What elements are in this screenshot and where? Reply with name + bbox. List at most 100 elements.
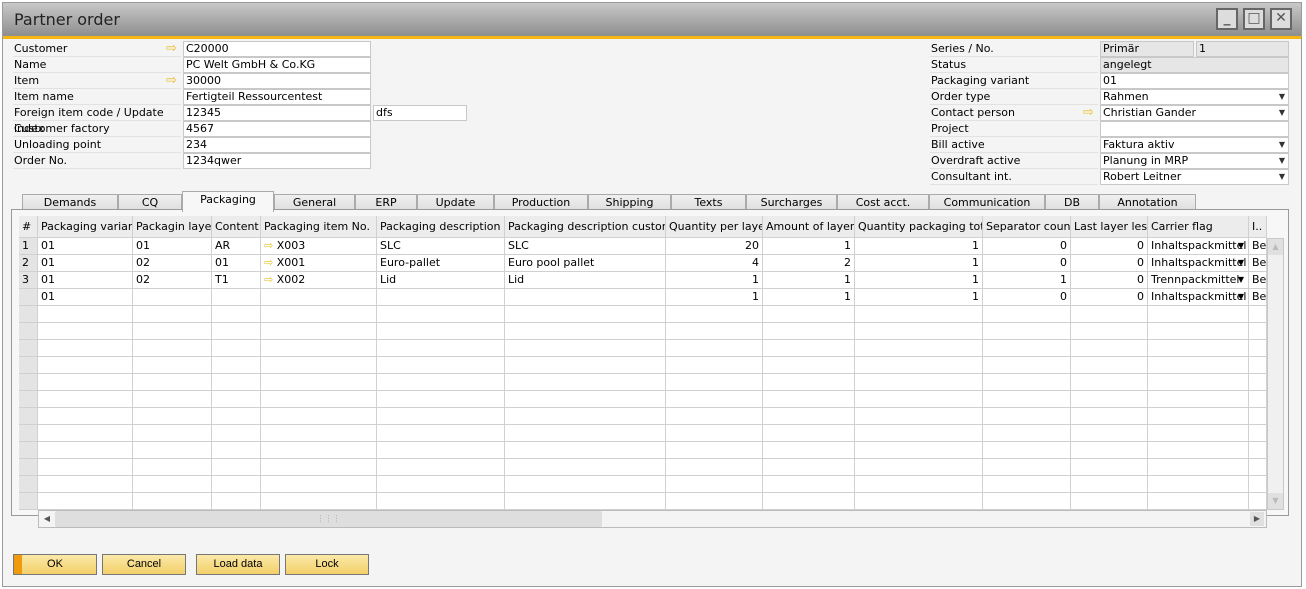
link-arrow-icon[interactable]: ⇨	[166, 41, 177, 57]
grid-cell[interactable]	[983, 323, 1071, 340]
grid-cell[interactable]	[1071, 340, 1148, 357]
grid-cell[interactable]: 1	[763, 272, 855, 289]
vertical-scrollbar[interactable]	[1267, 238, 1284, 510]
grid-cell[interactable]: Euro pool pallet	[505, 255, 666, 272]
grid-cell[interactable]	[212, 476, 261, 493]
grid-cell[interactable]	[983, 340, 1071, 357]
grid-cell[interactable]: SLC	[377, 238, 505, 255]
grid-cell[interactable]	[1148, 391, 1249, 408]
grid-cell[interactable]	[1148, 476, 1249, 493]
close-icon[interactable]: ✕	[1270, 8, 1292, 30]
grid-cell[interactable]	[763, 493, 855, 510]
grid-cell[interactable]	[212, 289, 261, 306]
grid-cell[interactable]	[855, 374, 983, 391]
grid-cell[interactable]	[38, 374, 133, 391]
grid-cell[interactable]: 01	[38, 238, 133, 255]
grid-cell[interactable]: 1	[666, 272, 763, 289]
customer-field[interactable]: C20000	[183, 41, 371, 57]
grid-cell[interactable]	[505, 289, 666, 306]
row-number[interactable]	[19, 425, 38, 442]
grid-cell[interactable]	[1249, 476, 1267, 493]
customer-factory-field[interactable]: 4567	[183, 121, 371, 137]
grid-cell[interactable]	[261, 374, 377, 391]
grid-cell[interactable]	[212, 442, 261, 459]
row-number[interactable]	[19, 323, 38, 340]
grid-cell[interactable]	[666, 425, 763, 442]
grid-cell[interactable]	[1148, 357, 1249, 374]
grid-cell[interactable]	[38, 323, 133, 340]
grid-cell[interactable]	[763, 340, 855, 357]
grid-cell[interactable]	[1148, 425, 1249, 442]
column-header-quantity-packaging-total[interactable]: Quantity packaging total	[855, 216, 983, 238]
grid-cell[interactable]	[763, 425, 855, 442]
grid-cell[interactable]	[1249, 340, 1267, 357]
grid-cell[interactable]: 4	[666, 255, 763, 272]
grid-cell[interactable]: ⇨ X003	[261, 238, 377, 255]
grid-cell[interactable]	[505, 357, 666, 374]
grid-cell[interactable]	[133, 476, 212, 493]
grid-cell[interactable]	[1249, 323, 1267, 340]
row-number[interactable]	[19, 289, 38, 306]
grid-cell[interactable]	[212, 374, 261, 391]
grid-cell[interactable]	[855, 459, 983, 476]
row-number[interactable]	[19, 357, 38, 374]
grid-cell[interactable]	[1071, 357, 1148, 374]
grid-cell[interactable]: 01	[133, 238, 212, 255]
grid-cell[interactable]: Lid	[377, 272, 505, 289]
grid-cell[interactable]	[377, 493, 505, 510]
grid-cell[interactable]	[1249, 357, 1267, 374]
load-data-button[interactable]: Load data	[196, 554, 280, 575]
grid-cell[interactable]	[1148, 493, 1249, 510]
grid-cell[interactable]	[983, 391, 1071, 408]
grid-cell[interactable]	[38, 357, 133, 374]
grid-cell[interactable]: 1	[666, 289, 763, 306]
grid-cell[interactable]	[505, 476, 666, 493]
scroll-down-icon[interactable]: ▼	[1268, 493, 1283, 509]
grid-cell[interactable]	[212, 459, 261, 476]
grid-cell[interactable]	[1148, 323, 1249, 340]
grid-cell[interactable]: Trennpackmittel ▼	[1148, 272, 1249, 289]
grid-cell[interactable]: ⇨ X002	[261, 272, 377, 289]
order-type-field[interactable]: Rahmen ▼	[1100, 89, 1289, 105]
grid-cell[interactable]: 01	[212, 255, 261, 272]
link-arrow-icon[interactable]: ⇨	[264, 273, 277, 286]
grid-cell[interactable]: Bes	[1249, 238, 1267, 255]
grid-cell[interactable]	[1249, 459, 1267, 476]
grid-cell[interactable]	[212, 340, 261, 357]
grid-cell[interactable]	[983, 459, 1071, 476]
grid-cell[interactable]: SLC	[505, 238, 666, 255]
grid-cell[interactable]	[133, 340, 212, 357]
grid-cell[interactable]	[1071, 476, 1148, 493]
grid-cell[interactable]: Bes	[1249, 272, 1267, 289]
chevron-down-icon[interactable]: ▼	[1238, 238, 1244, 254]
column-header-packaging-variant[interactable]: Packaging variant	[38, 216, 133, 238]
grid-cell[interactable]	[666, 323, 763, 340]
grid-cell[interactable]: 1	[855, 255, 983, 272]
grid-cell[interactable]: 2	[763, 255, 855, 272]
grid-cell[interactable]	[505, 374, 666, 391]
grid-cell[interactable]	[133, 374, 212, 391]
grid-cell[interactable]	[1148, 374, 1249, 391]
grid-cell[interactable]: Euro-pallet	[377, 255, 505, 272]
grid-cell[interactable]	[1249, 408, 1267, 425]
chevron-down-icon[interactable]: ▼	[1279, 90, 1285, 104]
column-header-carrier-flag[interactable]: Carrier flag	[1148, 216, 1249, 238]
horizontal-scroll-thumb[interactable]: ⋮⋮⋮	[55, 511, 602, 527]
maximize-icon[interactable]: □	[1243, 8, 1265, 30]
project-field[interactable]	[1100, 121, 1289, 137]
grid-cell[interactable]	[1249, 442, 1267, 459]
grid-cell[interactable]: Inhaltspackmittel ▼	[1148, 255, 1249, 272]
scroll-up-icon[interactable]: ▲	[1268, 239, 1283, 255]
grid-cell[interactable]	[212, 306, 261, 323]
grid-cell[interactable]	[763, 408, 855, 425]
grid-cell[interactable]	[1148, 442, 1249, 459]
grid-cell[interactable]	[855, 340, 983, 357]
grid-cell[interactable]	[377, 357, 505, 374]
grid-cell[interactable]	[377, 476, 505, 493]
grid-cell[interactable]	[133, 323, 212, 340]
grid-cell[interactable]: 01	[38, 255, 133, 272]
grid-cell[interactable]	[261, 408, 377, 425]
grid-cell[interactable]: Inhaltspackmittel ▼	[1148, 238, 1249, 255]
scroll-left-icon[interactable]: ◀	[40, 512, 54, 526]
unloading-point-field[interactable]: 234	[183, 137, 371, 153]
